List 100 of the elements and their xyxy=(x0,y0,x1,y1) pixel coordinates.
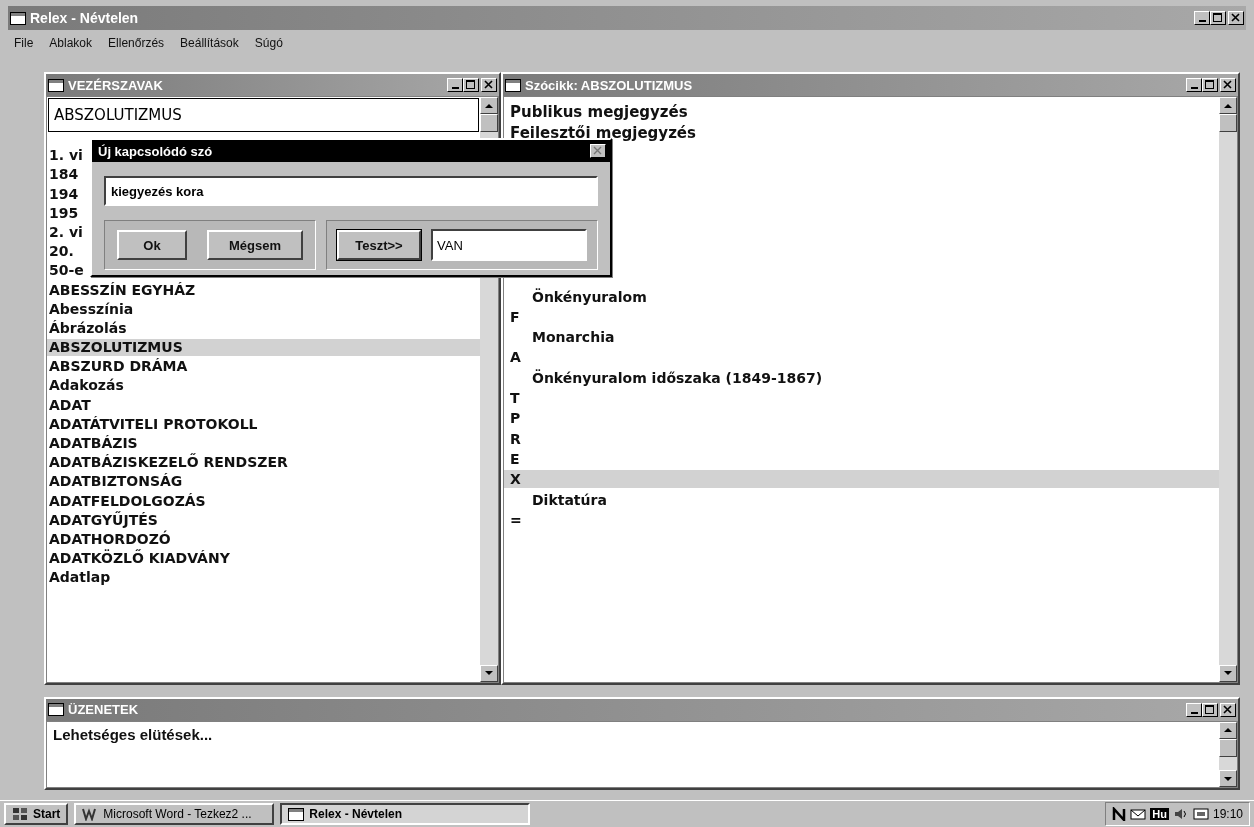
speaker-icon[interactable] xyxy=(1172,807,1189,821)
related-term[interactable]: Diktatúra xyxy=(504,490,607,509)
menu-item[interactable]: File xyxy=(14,36,34,50)
keyword-list-item[interactable]: 194 xyxy=(47,185,79,203)
ok-button[interactable]: Ok xyxy=(117,230,187,260)
relation-code[interactable]: A xyxy=(504,348,521,367)
keyword-list-item[interactable]: ADAT xyxy=(47,396,91,414)
minimize-icon xyxy=(451,87,459,89)
network-icon[interactable] xyxy=(1112,807,1127,821)
keyword-list-item[interactable]: ABSZOLUTIZMUS xyxy=(47,339,480,357)
cancel-button[interactable]: Mégsem xyxy=(207,230,303,260)
taskbar-button[interactable]: Microsoft Word - Tezkez2 ... xyxy=(74,803,275,825)
maximize-button[interactable] xyxy=(1202,78,1218,92)
keyword-list-item[interactable]: ADATBÁZISKEZELŐ RENDSZER xyxy=(47,454,288,472)
window-icon xyxy=(48,703,64,717)
menu-item[interactable]: Súgó xyxy=(254,36,283,50)
keyword-list-item[interactable]: ABESSZÍN EGYHÁZ xyxy=(47,281,196,299)
maximize-button[interactable] xyxy=(463,78,479,92)
keyword-list-item[interactable]: Abesszínia xyxy=(47,300,134,318)
panel-title: VEZÉRSZAVAK xyxy=(68,77,164,93)
related-term[interactable]: Önkényuralom xyxy=(504,287,647,306)
scroll-down-icon[interactable] xyxy=(485,670,493,677)
scroll-down-icon[interactable] xyxy=(1224,775,1232,782)
keyword-list-item[interactable]: 195 xyxy=(47,204,79,222)
keyword-list-item[interactable]: ADATBÁZIS xyxy=(47,435,138,452)
keyword-list-item[interactable]: 50-e xyxy=(47,262,84,280)
note-line[interactable]: Publikus megjegyzés xyxy=(504,103,688,122)
keyword-list-item[interactable]: ADATHORDOZÓ xyxy=(47,530,171,548)
maximize-button[interactable] xyxy=(1210,11,1226,25)
relation-code[interactable]: T xyxy=(504,389,520,408)
keyword-list-item[interactable]: Adatlap xyxy=(47,569,111,587)
close-button[interactable] xyxy=(1220,702,1236,717)
minimize-button[interactable] xyxy=(1186,702,1202,717)
keyword-list-item[interactable]: ADATKÖZLŐ KIADVÁNY xyxy=(47,550,230,568)
minimize-button[interactable] xyxy=(1194,11,1210,25)
scrollbar[interactable] xyxy=(1219,97,1237,682)
close-icon xyxy=(593,146,603,156)
scroll-up-icon[interactable] xyxy=(1224,727,1232,734)
panel-title: ÜZENETEK xyxy=(68,702,140,718)
close-icon xyxy=(1223,704,1233,715)
result-field[interactable]: VAN xyxy=(431,229,587,261)
close-icon xyxy=(484,80,494,90)
maximize-icon xyxy=(1205,704,1215,715)
keyword-list-item[interactable]: 20. xyxy=(47,243,74,261)
panel-title: Szócikk: ABSZOLUTIZMUS xyxy=(525,77,694,93)
message-text: Lehetséges elütések... xyxy=(52,724,214,745)
scroll-up-icon[interactable] xyxy=(485,102,493,109)
scroll-thumb[interactable] xyxy=(480,114,498,132)
dialog-title: Új kapcsolódó szó xyxy=(98,143,213,159)
close-button[interactable] xyxy=(1228,11,1244,25)
relation-code[interactable]: E xyxy=(504,449,520,468)
keyword-list-item[interactable]: ADATBIZTONSÁG xyxy=(47,473,183,491)
related-term[interactable]: Monarchia xyxy=(504,328,615,347)
window-title: Relex - Névtelen xyxy=(30,10,140,26)
keyword-list-item[interactable]: 184 xyxy=(47,166,79,184)
menu-item[interactable]: Beállítások xyxy=(180,36,239,50)
maximize-icon xyxy=(1205,80,1215,90)
relation-code[interactable]: = xyxy=(504,510,522,529)
w-letter-icon xyxy=(82,807,99,821)
close-icon xyxy=(1231,13,1241,23)
close-button[interactable] xyxy=(1220,78,1236,92)
clock: 19:10 xyxy=(1212,807,1243,821)
start-button[interactable]: Start xyxy=(4,803,69,825)
keyword-list-item[interactable]: 2. vi xyxy=(47,223,83,241)
close-button[interactable] xyxy=(481,78,497,92)
word-input-field[interactable]: kiegyezés kora xyxy=(104,176,598,206)
monitor-icon[interactable] xyxy=(1192,807,1209,821)
keyword-list-item[interactable]: ADATGYŰJTÉS xyxy=(47,511,158,529)
keyword-list-item[interactable]: Ábrázolás xyxy=(47,319,127,337)
test-button[interactable]: Teszt>> xyxy=(337,230,421,260)
keyword-list-item[interactable]: Adakozás xyxy=(47,377,124,395)
relation-code[interactable]: F xyxy=(504,307,520,326)
keyword-list-item[interactable]: ABSZURD DRÁMA xyxy=(47,358,188,376)
note-line[interactable]: Fejlesztői megjegyzés xyxy=(504,123,696,142)
window-icon xyxy=(505,78,521,92)
window-icon xyxy=(288,807,305,821)
keyword-list-item[interactable]: ADATFELDOLGOZÁS xyxy=(47,492,206,510)
scroll-up-icon[interactable] xyxy=(1224,102,1232,109)
keyword-search-field[interactable]: ABSZOLUTIZMUS xyxy=(48,98,479,132)
maximize-button[interactable] xyxy=(1202,702,1218,717)
relation-code[interactable]: R xyxy=(504,429,521,448)
minimize-icon xyxy=(1190,711,1198,714)
relation-code[interactable]: X xyxy=(504,470,1219,489)
window-icon xyxy=(48,78,64,92)
language-indicator[interactable]: Hu xyxy=(1150,808,1169,820)
scrollbar[interactable] xyxy=(1219,721,1237,787)
windows-logo-icon xyxy=(12,807,28,821)
envelope-icon[interactable] xyxy=(1130,807,1147,821)
minimize-button[interactable] xyxy=(447,78,463,92)
close-button[interactable] xyxy=(590,144,606,158)
scroll-down-icon[interactable] xyxy=(1224,670,1232,677)
menu-item[interactable]: Ellenőrzés xyxy=(108,36,165,50)
minimize-button[interactable] xyxy=(1186,78,1202,92)
scroll-thumb[interactable] xyxy=(1219,114,1237,132)
menu-item[interactable]: Ablakok xyxy=(49,36,93,50)
keyword-list-item[interactable]: 1. vi xyxy=(47,147,83,165)
taskbar-button[interactable]: Relex - Névtelen xyxy=(280,803,531,825)
relation-code[interactable]: P xyxy=(504,409,521,428)
keyword-list-item[interactable]: ADATÁTVITELI PROTOKOLL xyxy=(47,415,258,433)
related-term[interactable]: Önkényuralom időszaka (1849-1867) xyxy=(504,368,823,387)
